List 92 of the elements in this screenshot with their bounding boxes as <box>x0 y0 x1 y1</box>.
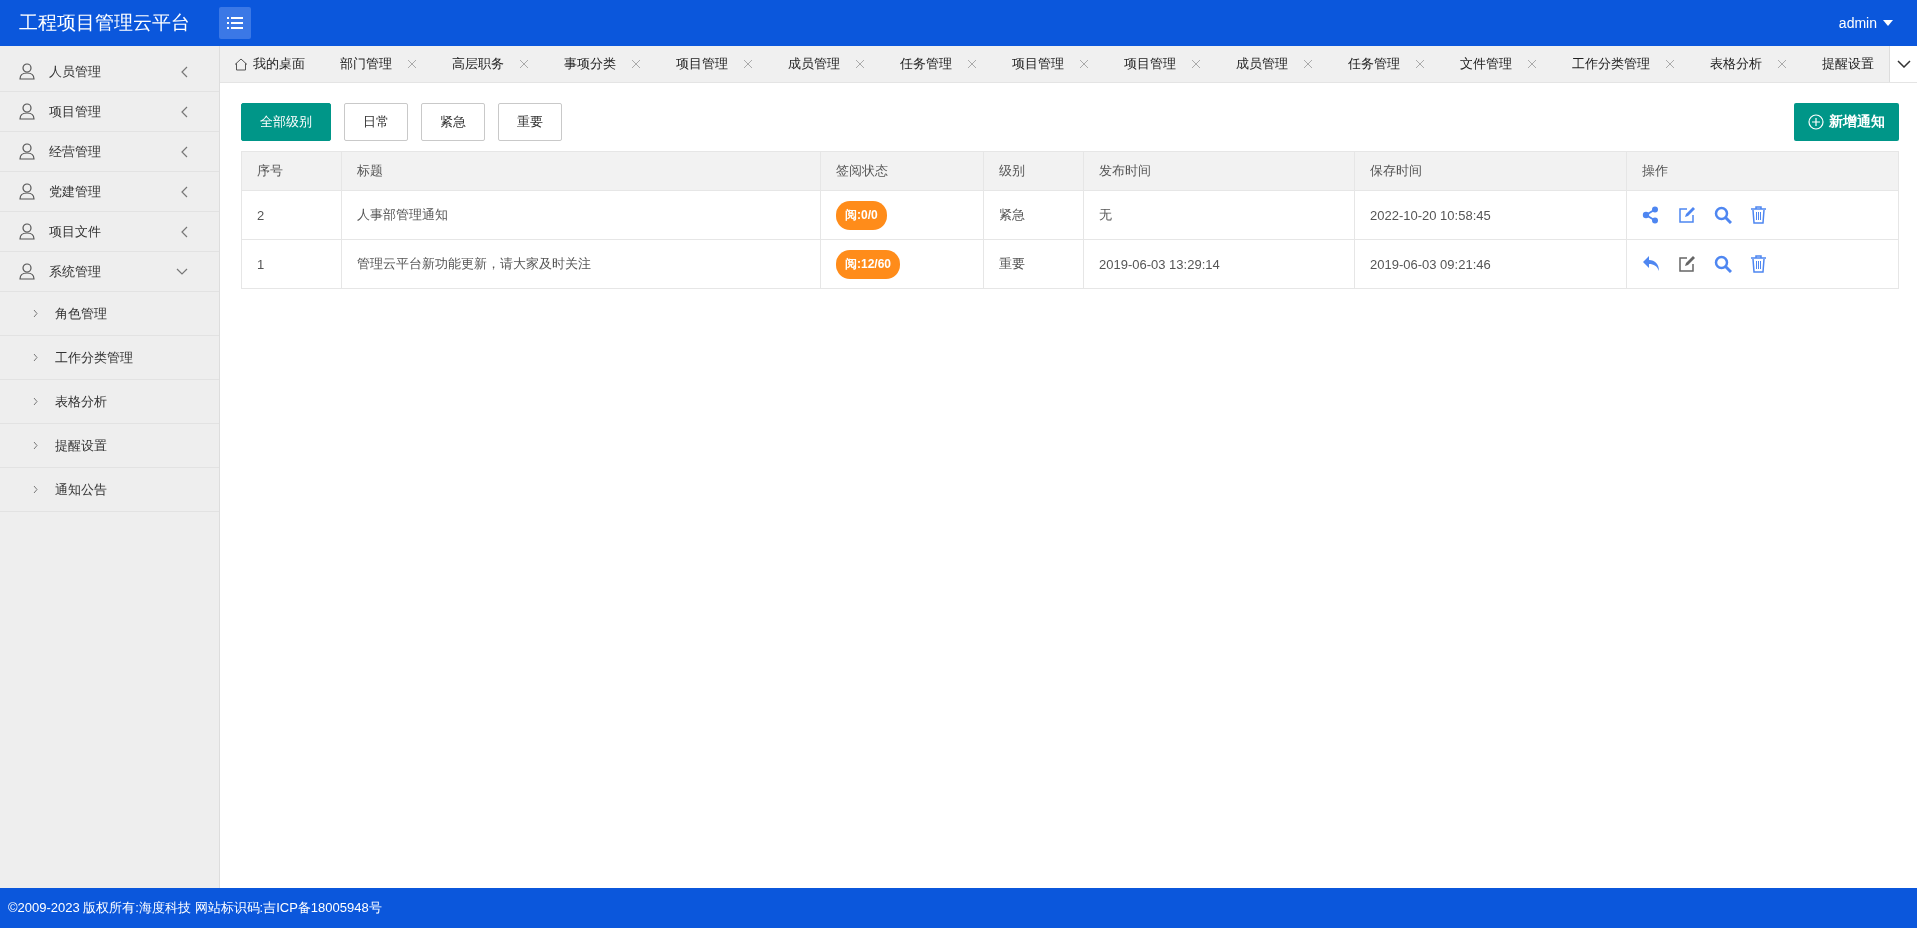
read-status-badge: 阅:0/0 <box>836 200 887 230</box>
tab[interactable]: 任务管理 <box>900 46 986 82</box>
close-icon[interactable] <box>743 59 753 69</box>
user-menu[interactable]: admin <box>1838 15 1893 31</box>
column-header: 级别 <box>983 151 1084 191</box>
edit-icon[interactable] <box>1678 206 1696 224</box>
tab[interactable]: 表格分析 <box>1710 46 1796 82</box>
share-icon[interactable] <box>1642 206 1660 224</box>
menu-button[interactable] <box>219 7 251 39</box>
sidebar-item[interactable]: 人员管理 <box>0 52 219 92</box>
table-cell: 2022-10-20 10:58:45 <box>1354 190 1627 240</box>
column-header: 序号 <box>241 151 342 191</box>
tab[interactable]: 部门管理 <box>340 46 426 82</box>
edit-icon[interactable] <box>1678 255 1696 273</box>
tab[interactable]: 项目管理 <box>1124 46 1210 82</box>
tab[interactable]: 任务管理 <box>1348 46 1434 82</box>
close-icon[interactable] <box>1079 59 1089 69</box>
close-icon[interactable] <box>631 59 641 69</box>
close-icon[interactable] <box>1665 59 1675 69</box>
read-status-badge: 阅:12/60 <box>836 249 901 279</box>
sidebar-item[interactable]: 系统管理 <box>0 252 219 292</box>
caret-icon <box>1883 20 1893 26</box>
close-icon[interactable] <box>855 59 865 69</box>
chevron-right-icon <box>33 485 38 494</box>
sidebar-item[interactable]: 项目文件 <box>0 212 219 252</box>
person-icon <box>19 223 35 240</box>
person-icon <box>19 63 35 80</box>
person-icon <box>19 103 35 120</box>
close-icon[interactable] <box>1415 59 1425 69</box>
table-cell: 管理云平台新功能更新，请大家及时关注 <box>341 239 821 289</box>
tab[interactable]: 提醒设置 <box>1822 46 1883 82</box>
reply-icon[interactable] <box>1642 255 1660 273</box>
more-tabs-button[interactable] <box>1889 46 1917 82</box>
person-icon <box>19 263 35 280</box>
search-icon[interactable] <box>1714 255 1732 273</box>
close-icon[interactable] <box>1191 59 1201 69</box>
person-icon <box>19 183 35 200</box>
tab[interactable]: 项目管理 <box>676 46 762 82</box>
table-cell: 紧急 <box>983 190 1084 240</box>
table-cell: 2019-06-03 13:29:14 <box>1083 239 1355 289</box>
filter-button[interactable]: 全部级别 <box>241 103 331 141</box>
column-header: 操作 <box>1626 151 1899 191</box>
close-icon[interactable] <box>1303 59 1313 69</box>
chevron-right-icon <box>33 309 38 318</box>
column-header: 标题 <box>341 151 821 191</box>
delete-icon[interactable] <box>1750 206 1768 224</box>
person-icon <box>19 143 35 160</box>
tab[interactable]: 项目管理 <box>1012 46 1098 82</box>
sidebar-item[interactable]: 党建管理 <box>0 172 219 212</box>
chevron-right-icon <box>33 397 38 406</box>
tab[interactable]: 事项分类 <box>564 46 650 82</box>
column-header: 发布时间 <box>1083 151 1355 191</box>
sidebar-subitem[interactable]: 工作分类管理 <box>0 336 219 380</box>
tab[interactable]: 成员管理 <box>1236 46 1322 82</box>
column-header: 签阅状态 <box>820 151 984 191</box>
tab[interactable]: 成员管理 <box>788 46 874 82</box>
sidebar-subitem[interactable]: 提醒设置 <box>0 424 219 468</box>
tab[interactable]: 工作分类管理 <box>1572 46 1684 82</box>
chevron-down-icon <box>1896 60 1911 68</box>
close-icon[interactable] <box>407 59 417 69</box>
tab[interactable]: 我的桌面 <box>234 46 314 82</box>
tab[interactable]: 高层职务 <box>452 46 538 82</box>
close-icon[interactable] <box>519 59 529 69</box>
close-icon[interactable] <box>1527 59 1537 69</box>
chevron-right-icon <box>33 441 38 450</box>
tab[interactable]: 文件管理 <box>1460 46 1546 82</box>
app-title: 工程项目管理云平台 <box>18 11 191 35</box>
delete-icon[interactable] <box>1750 255 1768 273</box>
sidebar-item[interactable]: 项目管理 <box>0 92 219 132</box>
plus-circle-icon <box>1808 114 1824 130</box>
chevron-right-icon <box>33 353 38 362</box>
table-cell: 2 <box>241 190 342 240</box>
filter-button[interactable]: 日常 <box>344 103 408 141</box>
search-icon[interactable] <box>1714 206 1732 224</box>
copyright-text: ©2009-2023 版权所有:海度科技 网站标识码:吉ICP备18005948号 <box>8 899 382 917</box>
table-cell: 1 <box>241 239 342 289</box>
table-cell: 无 <box>1083 190 1355 240</box>
table-cell: 人事部管理通知 <box>341 190 821 240</box>
filter-button[interactable]: 重要 <box>498 103 562 141</box>
sidebar-item[interactable]: 经营管理 <box>0 132 219 172</box>
table-cell: 2019-06-03 09:21:46 <box>1354 239 1627 289</box>
add-notice-button[interactable]: 新增通知 <box>1794 103 1899 141</box>
close-icon[interactable] <box>1777 59 1787 69</box>
menu-icon <box>227 17 243 29</box>
home-icon <box>234 57 248 71</box>
table-cell: 重要 <box>983 239 1084 289</box>
close-icon[interactable] <box>967 59 977 69</box>
filter-button[interactable]: 紧急 <box>421 103 485 141</box>
sidebar-subitem[interactable]: 表格分析 <box>0 380 219 424</box>
sidebar-subitem[interactable]: 角色管理 <box>0 292 219 336</box>
column-header: 保存时间 <box>1354 151 1627 191</box>
sidebar-subitem[interactable]: 通知公告 <box>0 468 219 512</box>
